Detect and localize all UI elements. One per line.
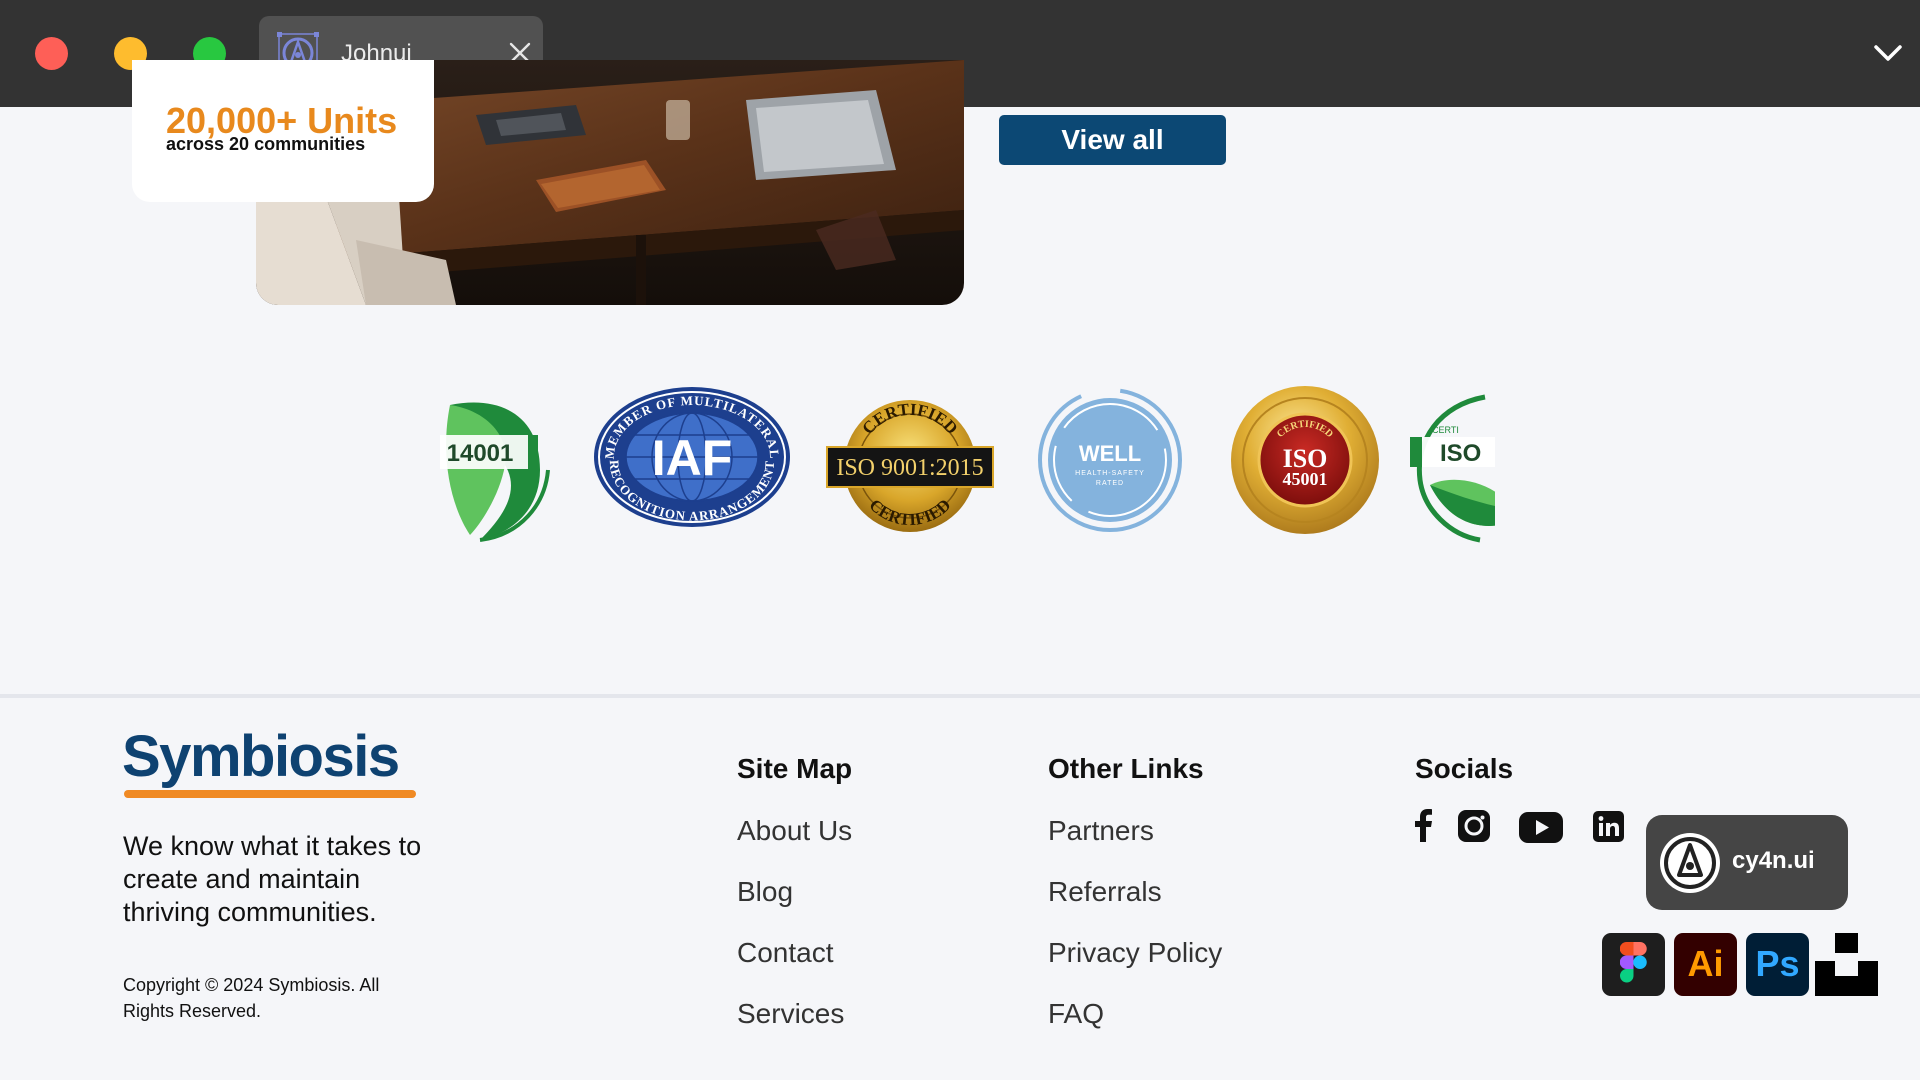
photoshop-icon[interactable]: Ps: [1746, 933, 1809, 996]
about-us-link[interactable]: About Us: [737, 815, 852, 847]
cy4n-logo-icon: [1660, 833, 1720, 893]
linkedin-icon[interactable]: [1593, 811, 1624, 842]
well-sub-text: HEALTH-SAFETY: [1075, 470, 1145, 477]
footer-divider: [0, 694, 1920, 698]
iso-partial-badge: CERTI ISO: [1410, 394, 1495, 543]
iso-partial-text: ISO: [1440, 440, 1481, 467]
iso-14001-badge: 14001: [440, 402, 550, 542]
faq-link[interactable]: FAQ: [1048, 998, 1104, 1030]
well-badge: WELL HEALTH-SAFETY RATED: [1038, 388, 1182, 532]
blog-link[interactable]: Blog: [737, 876, 793, 908]
contact-link[interactable]: Contact: [737, 937, 834, 969]
other-links-heading: Other Links: [1048, 753, 1204, 784]
close-window-button[interactable]: [35, 37, 68, 70]
cy4n-badge[interactable]: cy4n.ui: [1646, 815, 1848, 910]
footer-tagline: We know what it takes to create and main…: [123, 831, 422, 927]
iaf-badge: IAF MEMBER OF MULTILATERAL RECOGNITION A…: [594, 387, 790, 527]
illustrator-icon[interactable]: Ai: [1674, 933, 1737, 996]
iso-14001-text: 14001: [447, 440, 514, 467]
iso-partial-ring-top: CERTI: [1432, 425, 1459, 435]
view-all-button[interactable]: View all: [999, 115, 1226, 165]
socials-heading: Socials: [1415, 753, 1514, 784]
unsplash-icon[interactable]: [1815, 933, 1878, 996]
privacy-policy-link[interactable]: Privacy Policy: [1048, 937, 1222, 969]
cy4n-text: cy4n.ui: [1732, 847, 1815, 874]
facebook-icon[interactable]: [1412, 808, 1434, 842]
services-link[interactable]: Services: [737, 998, 844, 1030]
instagram-icon[interactable]: [1458, 810, 1490, 842]
certifications-strip: 14001 IAF MEMBER OF MULTILATERAL RECOGNI…: [440, 385, 1495, 550]
youtube-icon[interactable]: [1519, 812, 1563, 843]
well-text: WELL: [1079, 441, 1141, 466]
well-sub2-text: RATED: [1096, 480, 1124, 487]
iso-45001-sub-text: 45001: [1283, 469, 1328, 489]
iaf-text: IAF: [652, 430, 733, 486]
iso-9001-badge: ISO 9001:2015 CERTIFIED CERTIFIED: [826, 400, 994, 532]
iso-9001-text: ISO 9001:2015: [836, 455, 983, 481]
photoshop-label: Ps: [1755, 943, 1800, 984]
logo-underline: [124, 790, 416, 798]
stat-card: 20,000+ Units across 20 communities: [132, 60, 434, 202]
illustrator-label: Ai: [1687, 943, 1724, 984]
referrals-link[interactable]: Referrals: [1048, 876, 1162, 908]
partners-link[interactable]: Partners: [1048, 815, 1154, 847]
footer-logo[interactable]: Symbiosis: [122, 728, 400, 786]
iso-45001-badge: CERTIFIED ISO 45001: [1231, 386, 1379, 534]
site-map-heading: Site Map: [737, 753, 853, 784]
footer-copyright: Copyright © 2024 Symbiosis. All Rights R…: [123, 975, 380, 1021]
figma-icon[interactable]: [1602, 933, 1665, 996]
stat-subtitle: across 20 communities: [166, 134, 366, 154]
chevron-down-icon[interactable]: [1872, 40, 1904, 66]
